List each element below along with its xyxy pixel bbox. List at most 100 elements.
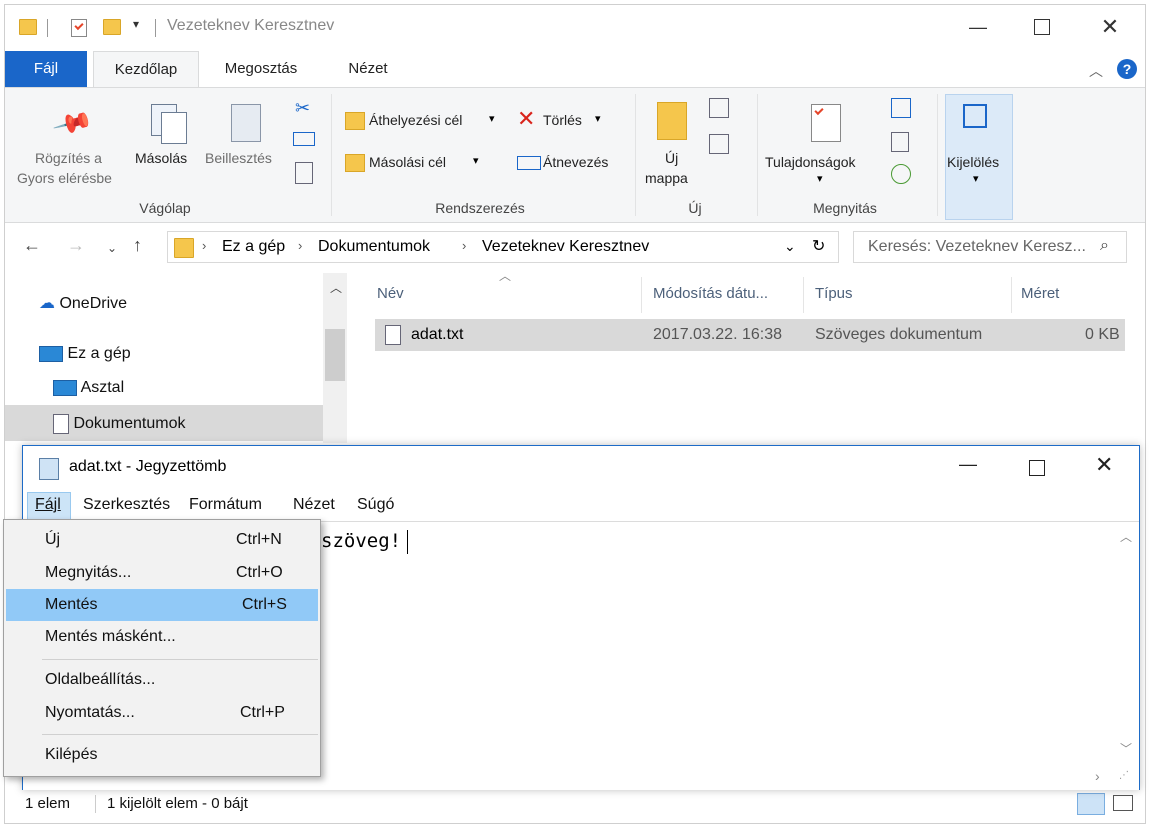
new-item-icon[interactable]: [709, 98, 729, 118]
help-icon[interactable]: ?: [1117, 59, 1137, 79]
search-box[interactable]: Keresés: Vezeteknev Keresz... ⌕: [853, 231, 1127, 263]
computer-icon: [39, 345, 63, 362]
file-row[interactable]: adat.txt 2017.03.22. 16:38 Szöveges doku…: [375, 319, 1125, 351]
delete-dropdown-icon[interactable]: ▾: [595, 112, 601, 125]
notepad-close-button[interactable]: ✕: [1095, 452, 1113, 478]
scroll-down-icon[interactable]: ﹀: [1120, 740, 1132, 757]
select-button[interactable]: Kijelölés: [947, 154, 999, 170]
menu-item-exit[interactable]: Kilépés: [6, 739, 318, 771]
nav-desktop[interactable]: Asztal: [53, 371, 124, 405]
minimize-button[interactable]: —: [955, 5, 1001, 49]
scroll-up-icon[interactable]: ︿: [1120, 528, 1132, 545]
copy-to-icon: [345, 154, 365, 172]
window-title: Vezeteknev Keresztnev: [167, 17, 335, 34]
explorer-titlebar: ▾ Vezeteknev Keresztnev — ✕: [5, 5, 1145, 49]
status-selected: 1 kijelölt elem - 0 bájt: [107, 795, 248, 812]
resize-grip-icon[interactable]: ⋰: [1119, 770, 1129, 781]
rename-button[interactable]: Átnevezés: [543, 154, 608, 170]
edit-icon[interactable]: [891, 132, 909, 152]
easy-access-icon[interactable]: [709, 134, 729, 154]
recent-dropdown-icon[interactable]: ⌄: [107, 241, 117, 255]
breadcrumb-documents[interactable]: Dokumentumok: [318, 238, 430, 256]
menu-item-page-setup[interactable]: Oldalbeállítás...: [6, 664, 318, 696]
editor-vscrollbar[interactable]: ︿ ﹀: [1115, 522, 1137, 766]
search-input[interactable]: Keresés: Vezeteknev Keresz...: [868, 238, 1086, 256]
new-folder-label-1[interactable]: Új: [665, 150, 678, 166]
menu-item-open[interactable]: Megnyitás... Ctrl+O: [6, 557, 318, 589]
nav-this-pc[interactable]: Ez a gép: [39, 337, 131, 371]
nav-documents[interactable]: Dokumentumok: [53, 407, 186, 441]
properties-button[interactable]: Tulajdonságok: [765, 154, 856, 170]
menu-item-save[interactable]: Mentés Ctrl+S: [6, 589, 318, 621]
back-button[interactable]: ←: [23, 235, 41, 256]
properties-check-icon[interactable]: [71, 19, 87, 37]
scroll-up-icon[interactable]: ︿: [330, 279, 342, 296]
tab-file[interactable]: Fájl: [5, 51, 87, 87]
move-to-dropdown-icon[interactable]: ▾: [489, 112, 495, 125]
menu-item-save-as[interactable]: Mentés másként...: [6, 621, 318, 653]
paste-shortcut-icon[interactable]: [295, 162, 313, 184]
chevron-right-icon: ›: [462, 238, 467, 253]
copy-button[interactable]: Másolás: [135, 150, 187, 166]
sort-arrow-icon: ︿: [499, 269, 512, 283]
copy-to-dropdown-icon[interactable]: ▾: [473, 154, 479, 167]
menu-item-label: Kilépés: [45, 746, 98, 763]
tab-view[interactable]: Nézet: [335, 51, 401, 87]
scroll-thumb[interactable]: [325, 329, 345, 381]
collapse-ribbon-icon[interactable]: ︿: [1089, 61, 1103, 81]
file-name: adat.txt: [411, 326, 464, 343]
menu-item-print[interactable]: Nyomtatás... Ctrl+P: [6, 697, 318, 729]
menu-item-new[interactable]: Új Ctrl+N: [6, 524, 318, 556]
properties-dropdown-icon[interactable]: ▾: [817, 172, 823, 185]
menu-edit[interactable]: Szerkesztés: [83, 496, 170, 514]
open-icon[interactable]: [891, 98, 911, 118]
folder-icon: [174, 238, 194, 258]
column-modified[interactable]: Módosítás dátu...: [653, 285, 768, 302]
menu-format[interactable]: Formátum: [189, 496, 262, 514]
nav-scrollbar[interactable]: ︿: [323, 273, 347, 443]
copy-to-button[interactable]: Másolási cél: [369, 154, 446, 170]
menu-help[interactable]: Súgó: [357, 496, 394, 514]
copy-path-icon[interactable]: [293, 132, 315, 146]
up-button[interactable]: ↑: [133, 235, 142, 256]
notepad-maximize-button[interactable]: [1029, 460, 1045, 476]
menu-file[interactable]: Fájl: [35, 496, 61, 514]
breadcrumb-folder[interactable]: Vezeteknev Keresztnev: [482, 238, 649, 256]
maximize-button[interactable]: [1019, 5, 1065, 49]
menu-view[interactable]: Nézet: [293, 496, 335, 514]
forward-button[interactable]: →: [67, 235, 85, 256]
nav-onedrive[interactable]: ☁ OneDrive: [39, 287, 127, 321]
select-dropdown-icon[interactable]: ▾: [973, 172, 979, 185]
history-icon[interactable]: [891, 164, 911, 184]
open-group-label: Megnyitás: [813, 200, 877, 216]
tab-share[interactable]: Megosztás: [213, 51, 309, 87]
delete-button[interactable]: Törlés: [543, 112, 582, 128]
navigation-pane: ☁ OneDrive Ez a gép Asztal Dokumentumok …: [5, 273, 349, 443]
pin-quick-access-label-1[interactable]: Rögzítés a: [35, 150, 102, 166]
tab-home[interactable]: Kezdőlap: [93, 51, 199, 87]
new-folder-quick-icon[interactable]: [103, 19, 121, 35]
column-size[interactable]: Méret: [1021, 285, 1059, 302]
refresh-icon[interactable]: ↻: [812, 236, 825, 256]
ribbon: 📌 Rögzítés a Gyors elérésbe Másolás Beil…: [5, 87, 1145, 223]
pin-quick-access-label-2[interactable]: Gyors elérésbe: [17, 170, 112, 186]
scroll-right-icon[interactable]: ›: [1095, 768, 1100, 784]
paste-button[interactable]: Beillesztés: [205, 150, 272, 166]
ribbon-tabs: Fájl Kezdőlap Megosztás Nézet ︿ ?: [5, 51, 1145, 87]
nav-label: OneDrive: [59, 295, 128, 312]
breadcrumb-this-pc[interactable]: Ez a gép: [222, 238, 285, 256]
move-to-button[interactable]: Áthelyezési cél: [369, 112, 462, 128]
column-type[interactable]: Típus: [815, 285, 853, 302]
close-button[interactable]: ✕: [1087, 5, 1133, 49]
new-folder-label-2[interactable]: mappa: [645, 170, 688, 186]
column-name[interactable]: Név: [377, 285, 404, 302]
quick-access-dropdown-icon[interactable]: ▾: [133, 17, 139, 31]
large-icons-view-icon[interactable]: [1113, 795, 1133, 811]
address-dropdown-icon[interactable]: ⌄: [784, 238, 796, 255]
address-bar[interactable]: › Ez a gép › Dokumentumok › Vezeteknev K…: [167, 231, 839, 263]
menu-item-shortcut: Ctrl+O: [236, 564, 283, 581]
notepad-minimize-button[interactable]: —: [959, 454, 977, 475]
cut-icon[interactable]: ✂: [295, 98, 310, 119]
notepad-title: adat.txt - Jegyzettömb: [69, 458, 227, 475]
details-view-icon[interactable]: [1077, 793, 1105, 815]
